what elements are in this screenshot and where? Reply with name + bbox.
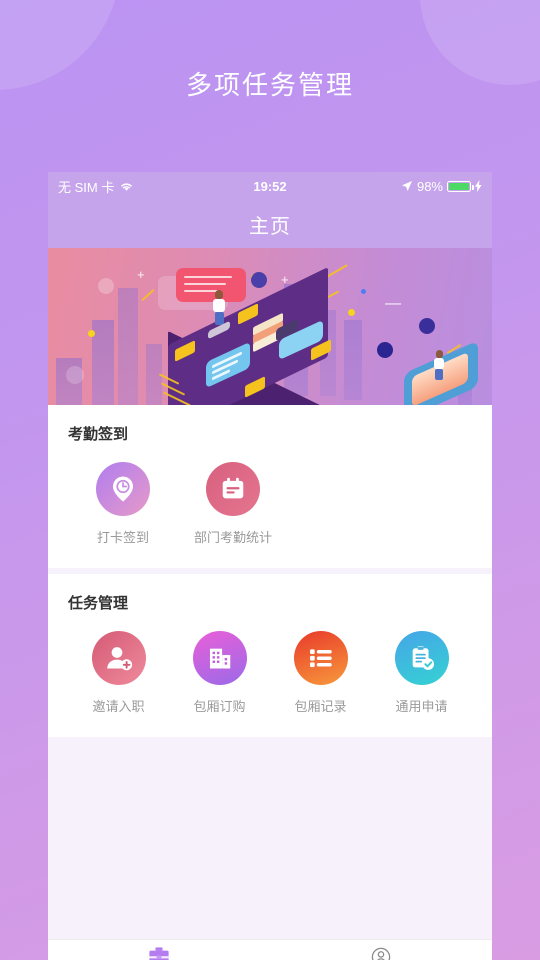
status-bar-left: 无 SIM 卡 (58, 177, 253, 196)
wifi-icon (119, 181, 134, 192)
banner-illustration[interactable]: + + — (48, 248, 492, 405)
page-title: 多项任务管理 (185, 70, 354, 100)
phone-screen: 无 SIM 卡 19:52 98% 主页 + + — 考勤签到 打卡签到 部门考… (48, 172, 492, 960)
lightning-bolt-icon (475, 180, 482, 192)
grid-item-dept-stats[interactable]: 部门考勤统计 (178, 462, 288, 546)
section-title: 任务管理 (68, 595, 129, 612)
grid-item-room-order[interactable]: 包厢订购 (169, 631, 270, 715)
grid-item-label: 通用申请 (395, 699, 448, 714)
section-task-management: 任务管理 邀请入职 包厢订购 包厢记录 通用申请 (48, 574, 492, 737)
section-grid: 邀请入职 包厢订购 包厢记录 通用申请 (68, 631, 472, 715)
user-circle-icon (369, 946, 393, 960)
building-icon (192, 631, 247, 685)
battery-percent-label: 98% (416, 178, 443, 194)
battery-icon (447, 180, 474, 192)
grid-item-label: 包厢记录 (294, 699, 347, 714)
list-icon (293, 631, 348, 685)
calendar-note-icon (206, 462, 260, 516)
nav-title: 主页 (249, 215, 291, 238)
nav-bar: 主页 (48, 200, 492, 248)
status-bar: 无 SIM 卡 19:52 98% (48, 172, 492, 200)
location-pin-clock-icon (96, 462, 150, 516)
grid-item-invite-onboard[interactable]: 邀请入职 (68, 631, 169, 715)
clipboard-check-icon (394, 631, 449, 685)
status-bar-time: 19:52 (253, 178, 287, 194)
location-arrow-icon (401, 180, 413, 192)
content-area: 考勤签到 打卡签到 部门考勤统计 任务管理 邀请入职 包厢订购 包厢记录 通用申… (48, 405, 492, 939)
grid-item-general-request[interactable]: 通用申请 (371, 631, 472, 715)
grid-item-label: 部门考勤统计 (193, 530, 272, 545)
person-add-icon (91, 631, 146, 685)
carrier-label: 无 SIM 卡 (58, 179, 115, 195)
grid-item-label: 打卡签到 (96, 530, 149, 545)
tab-profile[interactable]: 我的 (270, 940, 492, 960)
section-title: 考勤签到 (68, 426, 129, 443)
status-bar-right: 98% (287, 179, 482, 194)
tab-bar: 主页 我的 (48, 939, 492, 960)
tab-home[interactable]: 主页 (48, 940, 270, 960)
grid-item-label: 包厢订购 (193, 699, 246, 714)
section-attendance: 考勤签到 打卡签到 部门考勤统计 (48, 405, 492, 568)
briefcase-icon (147, 946, 171, 960)
grid-item-checkin[interactable]: 打卡签到 (68, 462, 178, 546)
grid-item-room-records[interactable]: 包厢记录 (270, 631, 371, 715)
section-grid: 打卡签到 部门考勤统计 (68, 462, 472, 546)
grid-item-label: 邀请入职 (92, 699, 145, 714)
